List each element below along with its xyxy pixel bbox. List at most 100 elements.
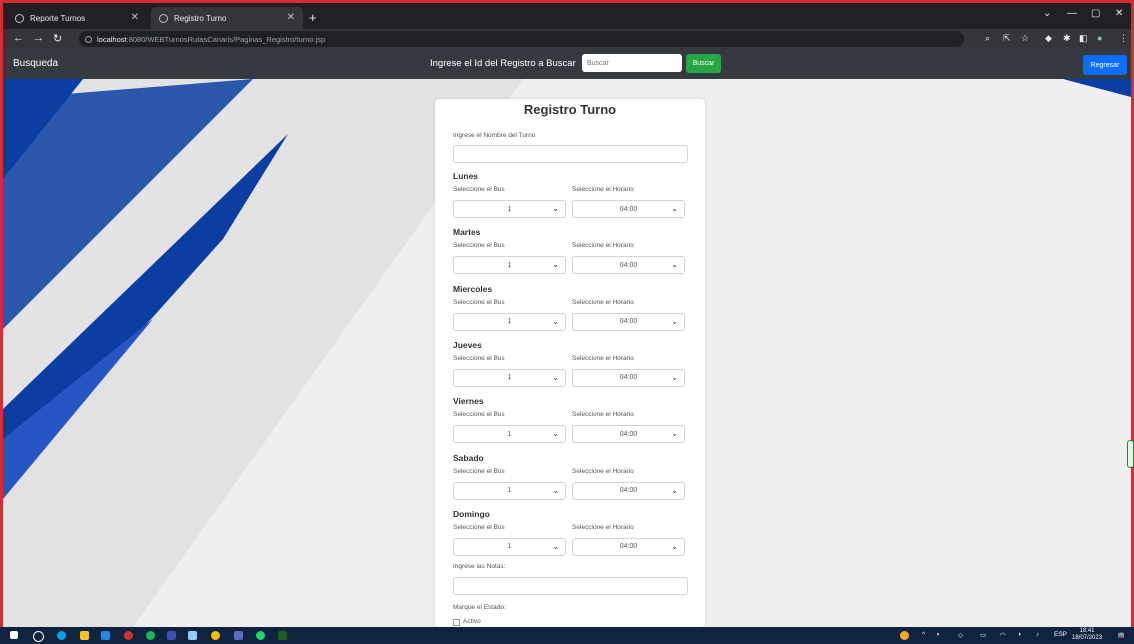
day-label: Jueves <box>453 339 482 350</box>
notes-label: Ingrese las Notas: <box>453 563 506 570</box>
bus-select[interactable]: 1 ⌄ <box>453 537 566 556</box>
bus-select[interactable]: 1 ⌄ <box>453 425 566 444</box>
tray-chevron-icon[interactable]: ^ <box>922 631 925 638</box>
bus-label: Seleccione el Bus <box>453 186 505 193</box>
close-window-icon[interactable]: ✕ <box>1115 8 1123 19</box>
time-select-value: 04:00 <box>619 261 638 269</box>
status-checkbox[interactable] <box>453 619 460 626</box>
clock[interactable]: 18:41 18/07/2023 <box>1072 628 1102 642</box>
clock-date: 18/07/2023 <box>1072 635 1103 641</box>
status-label: Marque el Estado: <box>453 604 506 611</box>
sound-icon[interactable]: ♪ <box>1036 631 1039 638</box>
time-select[interactable]: 04:00 ⌄ <box>572 425 685 444</box>
windows-start-icon[interactable] <box>10 631 18 639</box>
browser-tab-active[interactable]: Registro Turno ✕ <box>151 7 303 29</box>
side-badge[interactable] <box>1127 440 1134 468</box>
minimize-icon[interactable]: — <box>1067 8 1077 19</box>
edge-icon[interactable] <box>57 631 66 640</box>
folder-icon[interactable] <box>80 631 89 640</box>
day-label: Viernes <box>453 396 484 407</box>
chrome-icon[interactable] <box>211 631 220 640</box>
search-input[interactable] <box>582 54 682 72</box>
opera-icon[interactable] <box>124 631 133 640</box>
weather-icon[interactable] <box>900 631 909 640</box>
browser-tab[interactable]: Reporte Turnos ✕ <box>7 7 147 29</box>
chevron-down-icon: ⌄ <box>552 541 559 551</box>
info-icon <box>85 35 92 43</box>
form-title: Registro Turno <box>523 102 617 117</box>
bus-select[interactable]: 1 ⌄ <box>453 256 566 275</box>
chevron-down-icon: ⌄ <box>671 485 678 495</box>
time-select-value: 04:00 <box>619 318 638 326</box>
bus-label: Seleccione el Bus <box>453 411 505 419</box>
day-label: Miercoles <box>453 283 493 294</box>
time-select[interactable]: 04:00 ⌄ <box>572 312 685 331</box>
back-icon[interactable]: ← <box>13 32 24 44</box>
name-label: Ingrese el Nombre del Turno <box>453 132 536 139</box>
volume-icon[interactable]: ◖ <box>936 631 940 638</box>
navbar-brand[interactable]: Busqueda <box>13 58 58 69</box>
back-button[interactable]: Regresar <box>1083 55 1127 75</box>
menu-icon[interactable]: ⋮ <box>1119 33 1128 44</box>
time-select[interactable]: 04:00 ⌄ <box>572 537 685 556</box>
day-label: Martes <box>453 227 481 238</box>
netbeans-icon[interactable] <box>188 631 197 640</box>
time-label: Seleccione el Horario <box>572 354 634 362</box>
bus-select-value: 1 <box>507 543 512 551</box>
profile-icon[interactable]: ● <box>1097 33 1102 43</box>
bus-select-value: 1 <box>507 487 512 494</box>
bus-label: Seleccione el Bus <box>453 467 505 475</box>
speaker-icon[interactable]: ◗ <box>1018 631 1022 638</box>
network-icon[interactable]: ◇ <box>958 631 963 639</box>
excel-icon[interactable] <box>278 631 287 640</box>
time-label: Seleccione el Horario <box>572 523 634 531</box>
address-toolbar: ← → ↻ localhost:8080/WEBTurnosRutasCanar… <box>3 29 1131 49</box>
time-select[interactable]: 04:00 ⌄ <box>572 200 685 218</box>
puzzle-icon[interactable]: ✱ <box>1063 33 1071 44</box>
mail-icon[interactable] <box>101 631 110 640</box>
search-button[interactable]: Buscar <box>686 54 721 73</box>
sidebar-icon[interactable]: ◧ <box>1079 33 1088 44</box>
new-tab-icon[interactable]: + <box>309 10 317 25</box>
bus-select[interactable]: 1 ⌄ <box>453 368 566 387</box>
notes-input[interactable] <box>453 577 688 595</box>
app-icon[interactable] <box>234 631 243 640</box>
bus-label: Seleccione el Bus <box>453 298 505 306</box>
battery-icon[interactable]: ▭ <box>980 631 986 639</box>
time-select-value: 04:00 <box>619 374 638 382</box>
zoom-icon[interactable]: ⌕ <box>985 33 990 44</box>
reload-icon[interactable]: ↻ <box>53 32 62 45</box>
time-select[interactable]: 04:00 ⌄ <box>572 256 685 275</box>
app-icon[interactable] <box>167 631 176 640</box>
time-select[interactable]: 04:00 ⌄ <box>572 368 685 387</box>
whatsapp-icon[interactable] <box>256 631 265 640</box>
language-indicator[interactable]: ESP <box>1054 631 1067 638</box>
url-path: :8080/WEBTurnosRutasCanaris/Paginas_Regi… <box>126 34 326 44</box>
notification-icon[interactable]: ▤ <box>1118 631 1124 639</box>
time-label: Seleccione el Horario <box>572 411 634 419</box>
close-tab-icon[interactable]: ✕ <box>287 12 295 23</box>
time-select-value: 04:00 <box>619 543 638 551</box>
spotify-icon[interactable] <box>146 631 155 640</box>
time-label: Seleccione el Horario <box>572 467 634 475</box>
maximize-icon[interactable]: ▢ <box>1091 8 1100 19</box>
forward-icon[interactable]: → <box>33 32 44 44</box>
time-select-value: 04:00 <box>619 430 638 438</box>
share-icon[interactable]: ⇱ <box>1003 33 1011 44</box>
bus-select[interactable]: 1 ⌄ <box>453 200 566 218</box>
bus-select[interactable]: 1 ⌄ <box>453 312 566 331</box>
wifi-icon[interactable]: ◠ <box>1000 631 1006 639</box>
name-input[interactable] <box>453 145 688 163</box>
time-label: Seleccione el Horario <box>572 298 634 306</box>
extension-icon[interactable]: ◆ <box>1045 33 1052 44</box>
clock-time: 18:41 <box>1079 628 1095 634</box>
star-icon[interactable]: ☆ <box>1021 33 1029 44</box>
time-select[interactable]: 04:00 ⌄ <box>572 481 685 500</box>
close-tab-icon[interactable]: ✕ <box>131 12 139 23</box>
tab-title: Reporte Turnos <box>30 13 86 23</box>
bus-select[interactable]: 1 ⌄ <box>453 481 566 500</box>
chevron-down-icon[interactable]: ⌄ <box>1043 8 1051 19</box>
url-bar[interactable]: localhost:8080/WEBTurnosRutasCanaris/Pag… <box>79 31 964 47</box>
chevron-down-icon: ⌄ <box>552 316 559 326</box>
search-icon[interactable] <box>33 631 44 642</box>
